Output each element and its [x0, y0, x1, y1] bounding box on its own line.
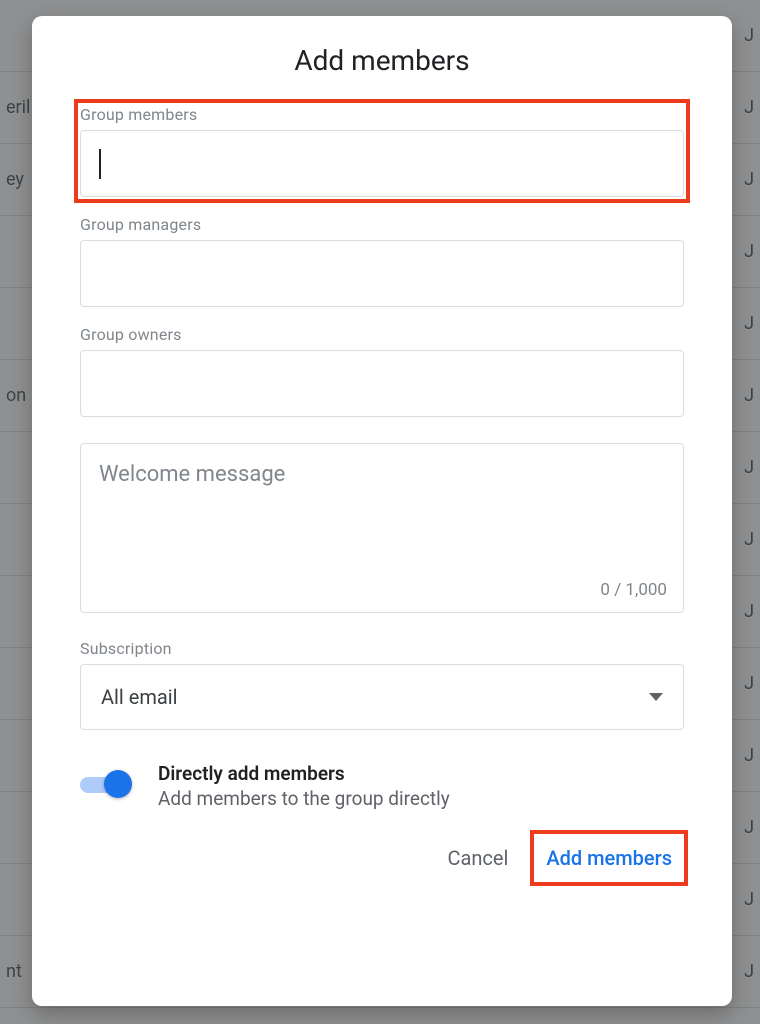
group-members-field-box — [80, 130, 684, 197]
welcome-message-section: 0 / 1,000 — [80, 443, 684, 613]
add-members-modal: Add members Group members Group managers… — [32, 16, 732, 1006]
add-members-button[interactable]: Add members — [540, 836, 678, 880]
group-owners-label: Group owners — [80, 325, 684, 344]
directly-add-title: Directly add members — [158, 762, 450, 785]
cancel-button[interactable]: Cancel — [441, 836, 514, 880]
subscription-label: Subscription — [80, 639, 684, 658]
welcome-message-input[interactable] — [81, 444, 683, 612]
toggle-thumb — [104, 770, 132, 798]
modal-actions: Cancel Add members — [80, 832, 684, 884]
group-managers-label: Group managers — [80, 215, 684, 234]
directly-add-desc: Add members to the group directly — [158, 787, 450, 810]
directly-add-toggle[interactable] — [80, 768, 134, 802]
welcome-char-count: 0 / 1,000 — [600, 580, 667, 600]
directly-add-text: Directly add members Add members to the … — [158, 762, 450, 810]
group-members-section: Group members — [80, 105, 684, 197]
subscription-select[interactable]: All email — [80, 664, 684, 730]
group-managers-section: Group managers — [80, 215, 684, 307]
group-managers-input[interactable] — [81, 241, 683, 306]
group-owners-field-box — [80, 350, 684, 417]
modal-title: Add members — [80, 44, 684, 77]
welcome-message-box: 0 / 1,000 — [80, 443, 684, 613]
chevron-down-icon — [649, 693, 663, 701]
group-members-input[interactable] — [81, 131, 683, 196]
subscription-section: Subscription All email — [80, 639, 684, 730]
group-members-label: Group members — [80, 105, 684, 124]
group-managers-field-box — [80, 240, 684, 307]
group-owners-section: Group owners — [80, 325, 684, 417]
directly-add-row: Directly add members Add members to the … — [80, 762, 684, 810]
subscription-value: All email — [101, 685, 177, 709]
group-owners-input[interactable] — [81, 351, 683, 416]
add-members-button-wrap: Add members — [534, 832, 684, 884]
